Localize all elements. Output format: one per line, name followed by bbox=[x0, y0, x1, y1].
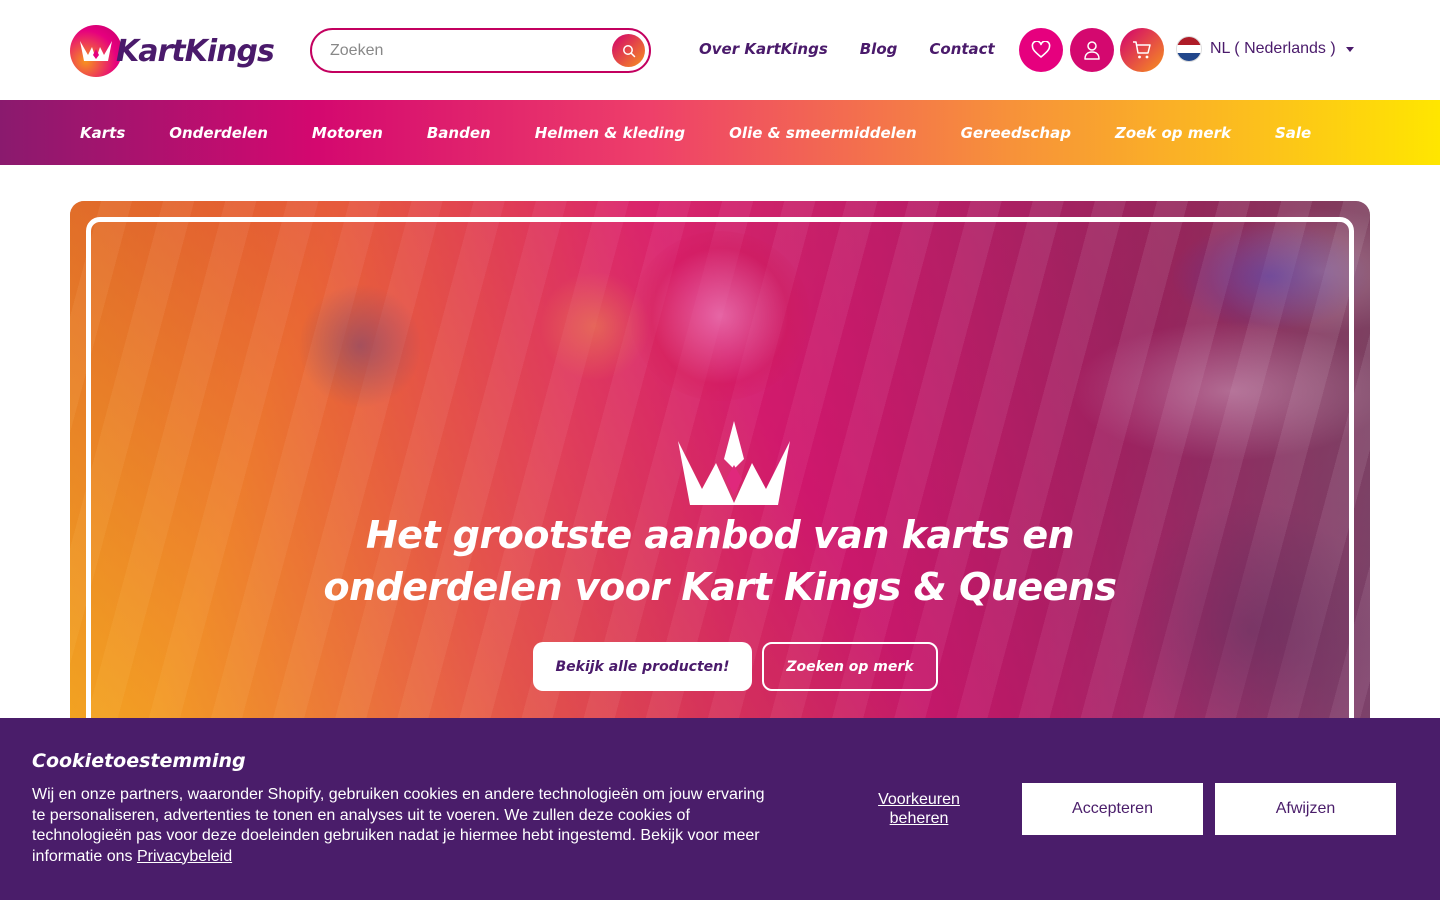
chevron-down-icon bbox=[1345, 46, 1354, 52]
privacy-policy-link[interactable]: Privacybeleid bbox=[137, 848, 232, 865]
nav-item-sale[interactable]: Sale bbox=[1275, 124, 1311, 142]
nav-item-helmen-kleding[interactable]: Helmen & kleding bbox=[535, 124, 685, 142]
manage-preferences-link[interactable]: Voorkeuren beheren bbox=[860, 790, 978, 828]
crown-logo-icon bbox=[70, 25, 122, 77]
cookie-text: Wij en onze partners, waaronder Shopify,… bbox=[32, 785, 772, 867]
search-bar bbox=[310, 28, 651, 73]
hero-title: Het grootste aanbod van karts en onderde… bbox=[70, 509, 1370, 613]
cookie-consent-banner: Cookietoestemming Wij en onze partners, … bbox=[0, 718, 1440, 900]
cart-icon bbox=[1133, 41, 1151, 59]
main-nav: Karts Onderdelen Motoren Banden Helmen &… bbox=[0, 100, 1440, 165]
logo-text: KartKings bbox=[116, 33, 275, 69]
accept-cookies-button[interactable]: Accepteren bbox=[1022, 783, 1203, 835]
cookie-title: Cookietoestemming bbox=[32, 750, 246, 772]
hero-title-line-1: Het grootste aanbod van karts en bbox=[365, 513, 1075, 557]
nav-item-motoren[interactable]: Motoren bbox=[312, 124, 383, 142]
hero-title-line-2: onderdelen voor Kart Kings & Queens bbox=[323, 565, 1117, 609]
link-contact[interactable]: Contact bbox=[929, 40, 994, 58]
crown-icon bbox=[678, 421, 790, 505]
search-by-brand-button[interactable]: Zoeken op merk bbox=[762, 642, 938, 691]
logo[interactable]: KartKings bbox=[70, 24, 275, 78]
nav-item-gereedschap[interactable]: Gereedschap bbox=[961, 124, 1071, 142]
top-links: Over KartKings Blog Contact bbox=[699, 40, 995, 58]
reject-cookies-button[interactable]: Afwijzen bbox=[1215, 783, 1396, 835]
view-all-products-button[interactable]: Bekijk alle producten! bbox=[533, 642, 752, 691]
manage-preferences-line-2: beheren bbox=[889, 810, 949, 827]
link-blog[interactable]: Blog bbox=[860, 40, 898, 58]
link-over-kartkings[interactable]: Over KartKings bbox=[699, 40, 828, 58]
user-icon bbox=[1084, 41, 1100, 60]
wishlist-button[interactable] bbox=[1019, 28, 1063, 72]
manage-preferences-line-1: Voorkeuren bbox=[878, 791, 960, 808]
dutch-flag-icon bbox=[1176, 36, 1202, 62]
cart-button[interactable] bbox=[1120, 28, 1164, 72]
account-button[interactable] bbox=[1070, 28, 1114, 72]
nav-item-karts[interactable]: Karts bbox=[80, 124, 125, 142]
nav-item-onderdelen[interactable]: Onderdelen bbox=[169, 124, 268, 142]
search-button[interactable] bbox=[612, 34, 645, 67]
nav-item-banden[interactable]: Banden bbox=[427, 124, 491, 142]
language-label: NL ( Nederlands ) bbox=[1210, 40, 1336, 57]
hero-banner: Het grootste aanbod van karts en onderde… bbox=[70, 201, 1370, 761]
nav-item-zoek-op-merk[interactable]: Zoek op merk bbox=[1115, 124, 1231, 142]
search-input[interactable] bbox=[330, 41, 600, 60]
heart-icon bbox=[1031, 41, 1051, 58]
nav-item-olie-smeermiddelen[interactable]: Olie & smeermiddelen bbox=[729, 124, 916, 142]
language-selector[interactable]: NL ( Nederlands ) bbox=[1176, 36, 1354, 62]
site-header: KartKings Over KartKings Blog Contact bbox=[0, 0, 1440, 100]
search-icon bbox=[622, 44, 635, 57]
